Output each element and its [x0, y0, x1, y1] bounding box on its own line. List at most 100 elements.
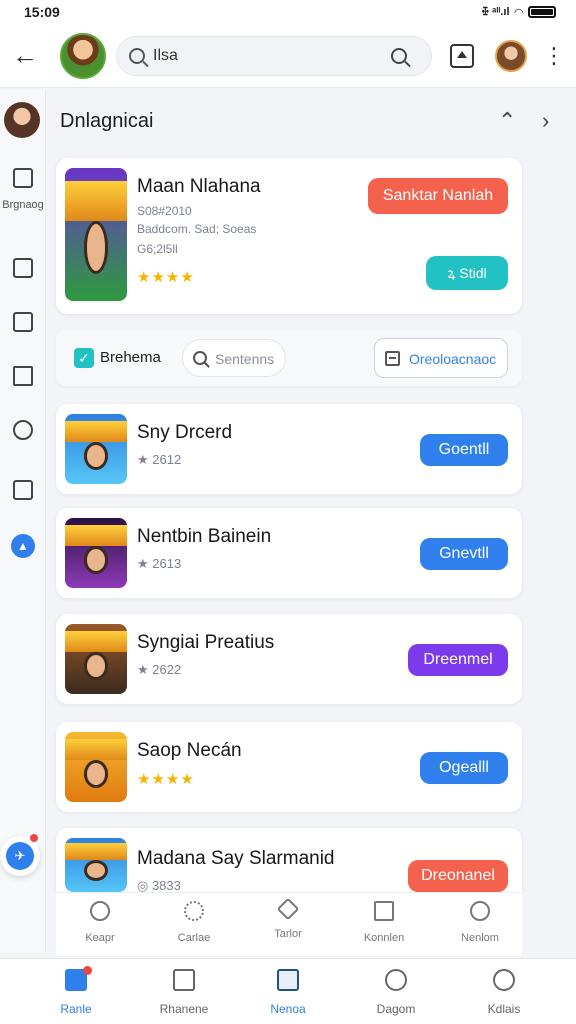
list-item-rating: ★ 2613	[137, 556, 182, 571]
square-icon	[13, 312, 33, 332]
more-options-icon[interactable]: ⋮	[543, 42, 565, 70]
rail-item-timer[interactable]	[0, 420, 46, 445]
featured-primary-button[interactable]: Sanktar Nanlah	[368, 178, 508, 214]
quick-action-bar: Keapr Carlae Tarlor Konnlen Nenlom	[56, 892, 522, 956]
status-time: 15:09	[24, 4, 60, 20]
nav-item-profile[interactable]: Dagom	[346, 969, 446, 1016]
cover-character	[83, 546, 109, 574]
game-cover	[65, 518, 127, 588]
timer-icon	[13, 420, 33, 440]
quick-item[interactable]: Nenlom	[440, 901, 520, 944]
rail-item-home[interactable]	[0, 366, 46, 391]
nav-label: Rhanene	[159, 1002, 209, 1016]
list-item-button[interactable]: Dreenmel	[408, 644, 508, 676]
library-icon	[277, 969, 299, 991]
search-icon	[193, 351, 207, 365]
checkbox[interactable]: ✓	[74, 348, 94, 368]
rail-item-square[interactable]	[0, 312, 46, 337]
section-title: Dnlagnicai	[60, 110, 154, 132]
rail-item-label: Brgnaog	[2, 199, 44, 211]
user-avatar[interactable]	[495, 40, 527, 72]
cover-title-band	[65, 525, 127, 546]
list-item-button[interactable]: Dreonanel	[408, 860, 508, 892]
filter-bar: ✓ Brehema Sentenns Oreoloacnaoc	[56, 330, 522, 386]
game-cover	[65, 732, 127, 802]
left-rail: Brgnaog ▲ ✈	[0, 90, 46, 952]
chevron-right-icon[interactable]: ›	[542, 108, 549, 134]
profile-avatar[interactable]	[60, 33, 106, 79]
featured-secondary-button[interactable]: ꝝ Stidl	[426, 256, 508, 290]
nav-item-library[interactable]: Nenoa	[238, 969, 338, 1016]
filter-button[interactable]: Oreoloacnaoc	[374, 338, 508, 378]
nav-item-home[interactable]: Ranle	[26, 966, 126, 1016]
nav-label: Dagom	[376, 1002, 416, 1016]
quick-item-label: Nenlom	[461, 932, 499, 944]
nav-label: Kdlais	[487, 1002, 521, 1016]
cover-character	[83, 221, 109, 275]
nav-label: Ranle	[60, 1002, 92, 1016]
game-cover	[65, 414, 127, 484]
status-icons: ꔀ ᵃᴵᴵ.ıl ◠	[481, 5, 556, 19]
list-item[interactable]: Saop Necán ★★★★ Ogealll	[56, 722, 522, 812]
quick-item[interactable]: Keapr	[60, 901, 140, 944]
list-item-rating: ★ 2612	[137, 452, 182, 467]
game-cover	[65, 838, 127, 892]
cover-character	[83, 760, 109, 788]
search-input[interactable]: Ilsa	[153, 47, 391, 65]
search-submit-icon[interactable]	[391, 48, 407, 64]
notification-dot	[83, 966, 92, 975]
upload-icon[interactable]	[450, 44, 474, 68]
featured-card[interactable]: Maan Nlahana S08#2010 Baddcom. Sad; Soea…	[56, 158, 522, 314]
wifi-icon: ◠	[514, 6, 523, 19]
wallet-icon	[13, 258, 33, 278]
filter-search[interactable]: Sentenns	[182, 339, 286, 377]
quick-item[interactable]: Carlae	[154, 901, 234, 944]
list-item[interactable]: Syngiai Preatius ★ 2622 Dreenmel	[56, 614, 522, 704]
notification-dot	[28, 832, 40, 844]
featured-game-cover	[65, 168, 127, 301]
nav-label: Nenoa	[270, 1002, 306, 1016]
featured-title: Maan Nlahana	[137, 176, 261, 197]
list-item-button[interactable]: Gnevtll	[420, 538, 508, 570]
checkbox-label: Brehema	[100, 349, 161, 366]
list-item[interactable]: Madana Say Slarmanid ◎ 3833 Dreonanel	[56, 828, 522, 893]
rail-item-active[interactable]: ▲	[0, 534, 46, 558]
list-item[interactable]: Nentbin Bainein ★ 2613 Gnevtll	[56, 508, 522, 598]
quick-item[interactable]: Konnlen	[344, 901, 424, 944]
cover-character	[83, 442, 109, 470]
grid-icon	[13, 480, 33, 500]
cover-title-band	[65, 739, 127, 760]
quick-item-label: Carlae	[177, 932, 211, 944]
back-arrow-icon[interactable]: ←	[12, 42, 38, 68]
rail-avatar[interactable]	[4, 102, 40, 138]
list-item-title: Nentbin Bainein	[137, 526, 272, 547]
status-bar: 15:09 ꔀ ᵃᴵᴵ.ıl ◠	[0, 0, 576, 24]
chevron-up-icon[interactable]: ⌃	[498, 108, 516, 134]
quick-item[interactable]: Tarlor	[248, 897, 328, 940]
list-item-button[interactable]: Goentll	[420, 434, 508, 466]
featured-meta-3: G6;2l5ll	[137, 242, 178, 256]
rail-item-wallet[interactable]	[0, 258, 46, 283]
bookmark-icon	[13, 168, 33, 188]
signal-icon: ꔀ ᵃᴵᴵ.ıl	[481, 5, 510, 18]
list-item-title: Syngiai Preatius	[137, 632, 275, 653]
nav-item-account[interactable]: Kdlais	[454, 969, 554, 1016]
featured-meta-1: S08#2010	[137, 204, 192, 218]
list-item-title: Sny Drcerd	[137, 422, 233, 443]
rail-item-bookmark[interactable]: Brgnaog	[0, 168, 46, 211]
nav-item-store[interactable]: Rhanene	[134, 969, 234, 1016]
list-item-title: Madana Say Slarmanid	[137, 848, 335, 869]
filter-button-label: Oreoloacnaoc	[409, 351, 497, 367]
plane-icon: ✈	[6, 842, 34, 870]
store-icon	[173, 969, 195, 991]
cover-character	[83, 652, 109, 680]
rail-item-grid[interactable]	[0, 480, 46, 505]
search-bar[interactable]: Ilsa	[116, 36, 432, 76]
dots-icon	[184, 901, 204, 921]
collapse-icon	[385, 351, 400, 366]
list-item-button[interactable]: Ogealll	[420, 752, 508, 784]
compass-icon: ▲	[11, 534, 35, 558]
circle-icon	[90, 901, 110, 921]
list-item[interactable]: Sny Drcerd ★ 2612 Goentll	[56, 404, 522, 494]
floating-action-button[interactable]: ✈	[0, 832, 40, 876]
